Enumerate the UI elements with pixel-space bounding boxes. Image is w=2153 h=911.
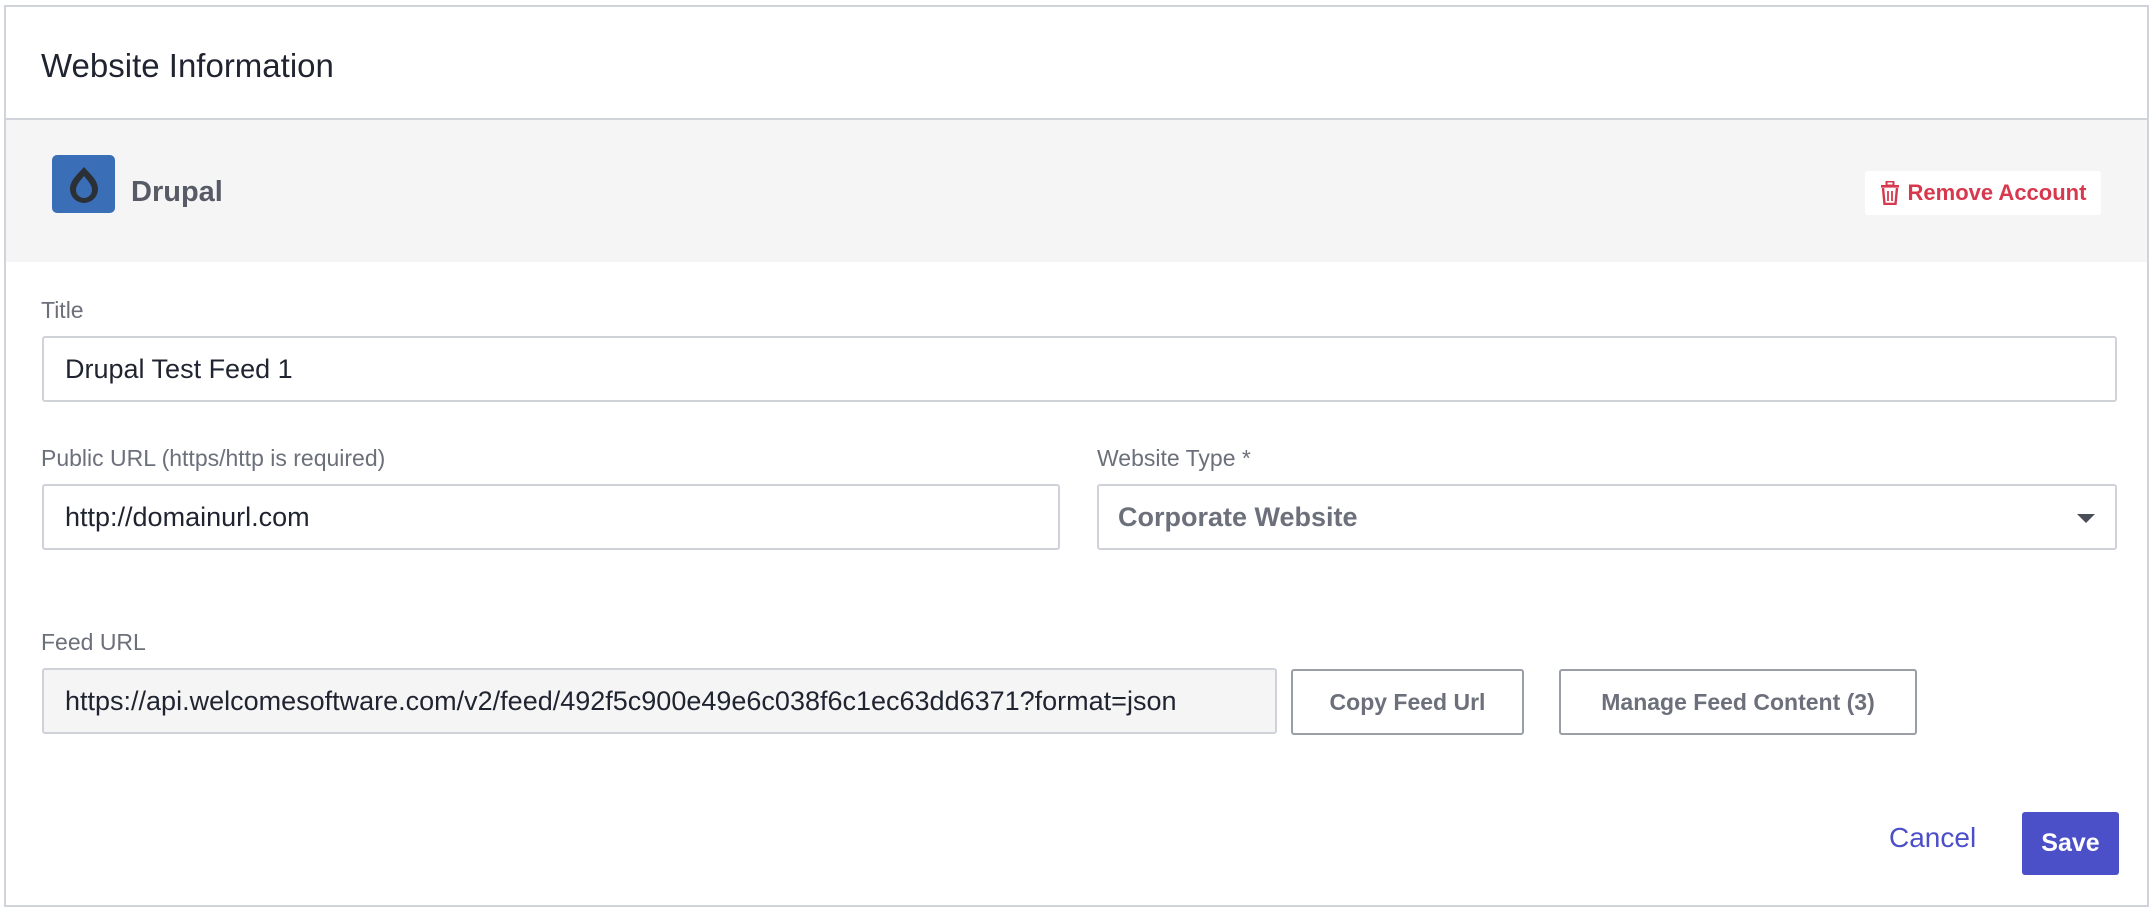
drupal-drop-icon — [52, 155, 115, 213]
trash-icon — [1880, 181, 1899, 205]
cancel-link[interactable]: Cancel — [1889, 822, 1976, 854]
chevron-down-icon — [2077, 514, 2095, 523]
website-type-value: Corporate Website — [1118, 501, 1358, 532]
website-information-panel: Website Information Drupal Remove Accoun… — [4, 5, 2149, 907]
page-title: Website Information — [41, 47, 334, 84]
panel-header: Website Information — [6, 7, 2147, 120]
feed-url-label: Feed URL — [41, 629, 146, 655]
remove-account-button[interactable]: Remove Account — [1865, 171, 2101, 215]
remove-account-label: Remove Account — [1907, 180, 2087, 205]
save-button[interactable]: Save — [2022, 812, 2119, 875]
website-type-label: Website Type * — [1097, 445, 1251, 471]
title-label: Title — [41, 297, 84, 323]
public-url-input[interactable] — [42, 484, 1060, 550]
feed-url-input[interactable] — [42, 668, 1277, 734]
account-bar: Drupal Remove Account — [6, 120, 2147, 262]
public-url-label: Public URL (https/http is required) — [41, 445, 386, 471]
account-name: Drupal — [131, 176, 223, 208]
manage-feed-content-button[interactable]: Manage Feed Content (3) — [1559, 669, 1917, 735]
website-type-select[interactable]: Corporate Website — [1097, 484, 2117, 550]
copy-feed-url-button[interactable]: Copy Feed Url — [1291, 669, 1524, 735]
title-input[interactable] — [42, 336, 2117, 402]
